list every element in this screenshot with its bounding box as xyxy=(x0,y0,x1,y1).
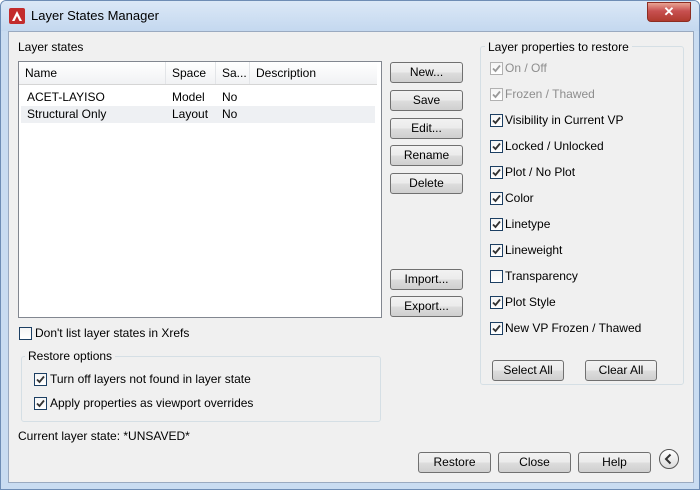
turn-off-layers-label: Turn off layers not found in layer state xyxy=(50,372,251,386)
column-header-saved[interactable]: Sa... xyxy=(216,62,250,84)
edit-button[interactable]: Edit... xyxy=(390,118,463,139)
row-space: Layout xyxy=(172,107,209,121)
clear-all-button[interactable]: Clear All xyxy=(585,360,657,381)
property-checkbox[interactable] xyxy=(490,114,503,127)
restore-button[interactable]: Restore xyxy=(418,452,491,473)
restore-options-group xyxy=(21,356,381,422)
property-checkbox[interactable] xyxy=(490,218,503,231)
property-label: Color xyxy=(505,191,534,205)
layer-states-manager-window: Layer States Manager ✕ Layer states Name… xyxy=(0,0,700,490)
apply-viewport-overrides-checkbox[interactable] xyxy=(34,397,47,410)
property-checkbox xyxy=(490,62,503,75)
property-checkbox[interactable] xyxy=(490,140,503,153)
chevron-left-icon xyxy=(664,453,672,465)
collapse-arrow-button[interactable] xyxy=(659,449,679,469)
column-header-description[interactable]: Description xyxy=(250,62,377,84)
list-header: Name Space Sa... Description xyxy=(19,62,377,85)
property-label: On / Off xyxy=(505,61,547,75)
help-button[interactable]: Help xyxy=(578,452,651,473)
dont-list-xrefs-label: Don't list layer states in Xrefs xyxy=(35,326,190,340)
apply-viewport-overrides-label: Apply properties as viewport overrides xyxy=(50,396,254,410)
window-close-button[interactable]: ✕ xyxy=(647,2,691,22)
column-header-space[interactable]: Space xyxy=(166,62,216,84)
property-label: Transparency xyxy=(505,269,578,283)
row-space: Model xyxy=(172,90,205,104)
select-all-button[interactable]: Select All xyxy=(492,360,564,381)
property-label: New VP Frozen / Thawed xyxy=(505,321,642,335)
property-label: Locked / Unlocked xyxy=(505,139,604,153)
layer-states-label: Layer states xyxy=(18,40,84,54)
export-button[interactable]: Export... xyxy=(390,296,463,317)
row-name: ACET-LAYISO xyxy=(27,90,105,104)
layer-states-list[interactable]: Name Space Sa... Description ACET-LAYISO… xyxy=(18,61,382,318)
table-row[interactable]: Structural Only Layout No xyxy=(21,106,375,123)
row-name: Structural Only xyxy=(27,107,107,121)
title-bar[interactable]: Layer States Manager ✕ xyxy=(1,1,699,31)
property-checkbox xyxy=(490,88,503,101)
property-label: Visibility in Current VP xyxy=(505,113,624,127)
turn-off-layers-checkbox[interactable] xyxy=(34,373,47,386)
property-checkbox[interactable] xyxy=(490,296,503,309)
column-header-name[interactable]: Name xyxy=(19,62,166,84)
property-label: Frozen / Thawed xyxy=(505,87,595,101)
autocad-app-icon xyxy=(9,8,25,24)
dont-list-xrefs-checkbox[interactable] xyxy=(19,327,32,340)
import-button[interactable]: Import... xyxy=(390,269,463,290)
property-checkbox[interactable] xyxy=(490,192,503,205)
property-checkbox[interactable] xyxy=(490,244,503,257)
restore-options-title: Restore options xyxy=(25,349,116,363)
property-checkbox[interactable] xyxy=(490,270,503,283)
close-button[interactable]: Close xyxy=(498,452,571,473)
property-label: Linetype xyxy=(505,217,551,231)
layer-properties-title: Layer properties to restore xyxy=(485,40,632,54)
current-layer-state: Current layer state: *UNSAVED* xyxy=(18,429,190,443)
property-label: Lineweight xyxy=(505,243,563,257)
property-label: Plot / No Plot xyxy=(505,165,576,179)
row-saved: No xyxy=(222,107,238,121)
property-label: Plot Style xyxy=(505,295,556,309)
new-button[interactable]: New... xyxy=(390,62,463,83)
delete-button[interactable]: Delete xyxy=(390,173,463,194)
window-title: Layer States Manager xyxy=(31,8,159,23)
save-button[interactable]: Save xyxy=(390,90,463,111)
row-saved: No xyxy=(222,90,238,104)
rename-button[interactable]: Rename xyxy=(390,145,463,166)
table-row[interactable]: ACET-LAYISO Model No xyxy=(21,89,375,106)
dialog-body: Layer states Name Space Sa... Descriptio… xyxy=(8,31,694,483)
property-checkbox[interactable] xyxy=(490,322,503,335)
property-checkbox[interactable] xyxy=(490,166,503,179)
